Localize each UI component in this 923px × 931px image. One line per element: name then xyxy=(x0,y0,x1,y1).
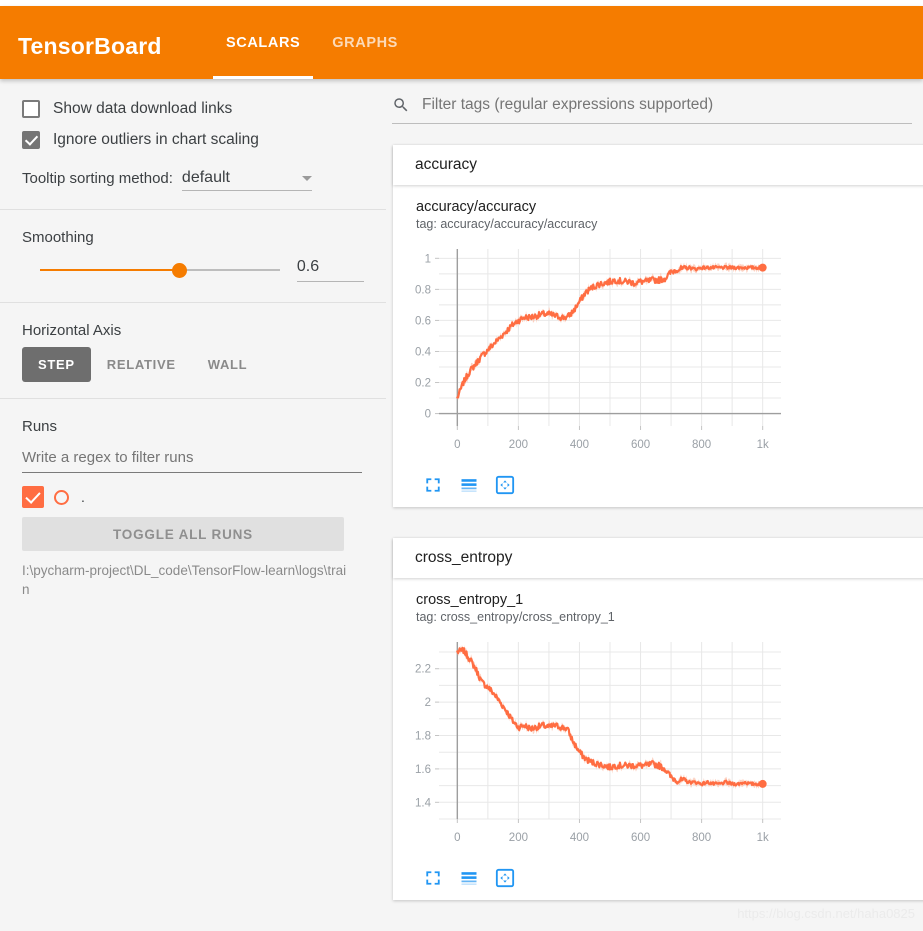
chart-accuracy-plot[interactable]: 0 0.2 0.4 0.6 0.8 1 0 200 400 600 800 1k xyxy=(393,239,923,469)
tab-scalars[interactable]: SCALARS xyxy=(210,6,316,79)
fit-domain-icon[interactable] xyxy=(495,475,515,495)
tab-graphs-label: GRAPHS xyxy=(332,34,398,51)
axis-btn-step[interactable]: STEP xyxy=(22,347,91,382)
svg-text:1.6: 1.6 xyxy=(415,764,431,776)
tooltip-sorting-row: Tooltip sorting method: default xyxy=(22,169,364,195)
svg-text:800: 800 xyxy=(692,832,711,844)
svg-text:1.8: 1.8 xyxy=(415,731,431,743)
search-icon xyxy=(394,98,408,112)
chart-cross-entropy-controls xyxy=(393,862,923,900)
horizontal-axis-buttons: STEP RELATIVE WALL xyxy=(22,347,364,382)
settings-sidebar: Show data download links Ignore outliers… xyxy=(0,79,386,931)
watermark-text: https://blog.csdn.net/haha0825 xyxy=(737,906,915,921)
chart-cross-entropy-svg: 1.4 1.6 1.8 2 2.2 0 200 400 600 800 1k xyxy=(415,642,781,844)
run-checkbox[interactable] xyxy=(22,486,44,508)
app-title: TensorBoard xyxy=(18,33,162,59)
card-cross-entropy-title: cross_entropy xyxy=(415,549,513,566)
display-options: Show data download links Ignore outliers… xyxy=(0,93,386,209)
checkbox-checked-icon xyxy=(22,130,40,149)
checkbox-show-download-links-label: Show data download links xyxy=(53,99,233,117)
search-input[interactable] xyxy=(420,95,894,115)
svg-text:1.4: 1.4 xyxy=(415,797,432,809)
svg-text:200: 200 xyxy=(509,832,528,844)
checkbox-show-download-links[interactable]: Show data download links xyxy=(22,93,364,124)
card-accuracy: accuracy accuracy/accuracy tag: accuracy… xyxy=(393,145,923,507)
app-header: TensorBoard SCALARS GRAPHS xyxy=(0,6,923,79)
svg-text:0: 0 xyxy=(454,832,460,844)
nav-tabs: SCALARS GRAPHS xyxy=(210,6,414,79)
fit-domain-icon[interactable] xyxy=(495,868,515,888)
svg-text:0: 0 xyxy=(425,409,431,421)
chart-cross-entropy-tag: tag: cross_entropy/cross_entropy_1 xyxy=(416,610,615,624)
checkbox-unchecked-icon xyxy=(22,99,40,118)
card-accuracy-body: accuracy/accuracy tag: accuracy/accuracy… xyxy=(393,185,923,507)
svg-text:0.2: 0.2 xyxy=(415,378,431,390)
horizontal-axis-section: Horizontal Axis STEP RELATIVE WALL xyxy=(0,322,386,398)
svg-text:0.4: 0.4 xyxy=(415,346,432,358)
chart-cross-entropy-title: cross_entropy_1 xyxy=(416,592,524,608)
run-path-label: I:\pycharm-project\DL_code\TensorFlow-le… xyxy=(22,563,347,597)
svg-text:400: 400 xyxy=(570,439,589,451)
svg-text:1: 1 xyxy=(425,253,431,265)
svg-text:400: 400 xyxy=(570,832,589,844)
chart-accuracy-controls xyxy=(393,469,923,507)
checkbox-ignore-outliers-label: Ignore outliers in chart scaling xyxy=(53,130,259,148)
svg-text:600: 600 xyxy=(631,439,650,451)
tooltip-sorting-value: default xyxy=(181,169,230,186)
svg-text:200: 200 xyxy=(509,439,528,451)
svg-text:1k: 1k xyxy=(757,439,769,451)
divider xyxy=(0,302,386,303)
svg-text:600: 600 xyxy=(631,832,650,844)
axis-btn-relative[interactable]: RELATIVE xyxy=(91,347,192,382)
smoothing-value-input[interactable]: 0.6 xyxy=(296,258,364,282)
smoothing-title: Smoothing xyxy=(22,229,94,246)
slider-fill xyxy=(40,269,180,271)
chevron-down-icon xyxy=(301,176,312,181)
svg-text:0.6: 0.6 xyxy=(415,315,431,327)
fullscreen-icon[interactable] xyxy=(423,475,443,495)
tooltip-sorting-dropdown[interactable]: default xyxy=(181,169,312,191)
svg-text:0.8: 0.8 xyxy=(415,284,431,296)
data-series-icon[interactable] xyxy=(459,475,479,495)
run-color-circle-icon xyxy=(54,489,69,505)
svg-text:1k: 1k xyxy=(757,832,769,844)
tab-scalars-label: SCALARS xyxy=(226,34,301,51)
runs-filter-input[interactable] xyxy=(22,445,362,473)
card-cross-entropy-header[interactable]: cross_entropy xyxy=(393,538,923,578)
chart-cross-entropy-plot[interactable]: 1.4 1.6 1.8 2 2.2 0 200 400 600 800 1k xyxy=(393,632,923,862)
run-item[interactable]: . xyxy=(22,485,364,509)
smoothing-row: 0.6 xyxy=(22,258,364,282)
smoothing-section: Smoothing 0.6 xyxy=(0,229,386,302)
svg-text:0: 0 xyxy=(454,439,460,451)
runs-section: Runs . TOGGLE ALL RUNS I:\pycharm-projec… xyxy=(0,418,386,599)
scalars-panel: accuracy accuracy/accuracy tag: accuracy… xyxy=(386,79,923,931)
fullscreen-icon[interactable] xyxy=(423,868,443,888)
tag-filter-bar xyxy=(392,95,912,124)
svg-text:2: 2 xyxy=(425,697,431,709)
divider xyxy=(0,398,386,399)
card-cross-entropy-body: cross_entropy_1 tag: cross_entropy/cross… xyxy=(393,578,923,900)
runs-title: Runs xyxy=(22,418,58,435)
smoothing-slider[interactable] xyxy=(40,261,280,279)
card-cross-entropy: cross_entropy cross_entropy_1 tag: cross… xyxy=(393,538,923,900)
checkbox-ignore-outliers[interactable]: Ignore outliers in chart scaling xyxy=(22,124,364,155)
slider-thumb[interactable] xyxy=(172,263,187,278)
svg-text:2.2: 2.2 xyxy=(415,664,431,676)
svg-text:800: 800 xyxy=(692,439,711,451)
run-name-label: . xyxy=(81,489,85,505)
divider xyxy=(0,209,386,210)
chart-accuracy-tag: tag: accuracy/accuracy/accuracy xyxy=(416,217,598,231)
data-series-icon[interactable] xyxy=(459,868,479,888)
horizontal-axis-title: Horizontal Axis xyxy=(22,322,122,339)
tab-graphs[interactable]: GRAPHS xyxy=(316,6,414,79)
card-accuracy-header[interactable]: accuracy xyxy=(393,145,923,185)
axis-btn-wall[interactable]: WALL xyxy=(192,347,264,382)
chart-accuracy-title: accuracy/accuracy xyxy=(416,199,537,215)
tooltip-sorting-label: Tooltip sorting method: xyxy=(22,170,173,187)
chart-accuracy-svg: 0 0.2 0.4 0.6 0.8 1 0 200 400 600 800 1k xyxy=(415,249,781,451)
card-accuracy-title: accuracy xyxy=(415,156,478,173)
toggle-all-runs-button[interactable]: TOGGLE ALL RUNS xyxy=(22,517,344,551)
